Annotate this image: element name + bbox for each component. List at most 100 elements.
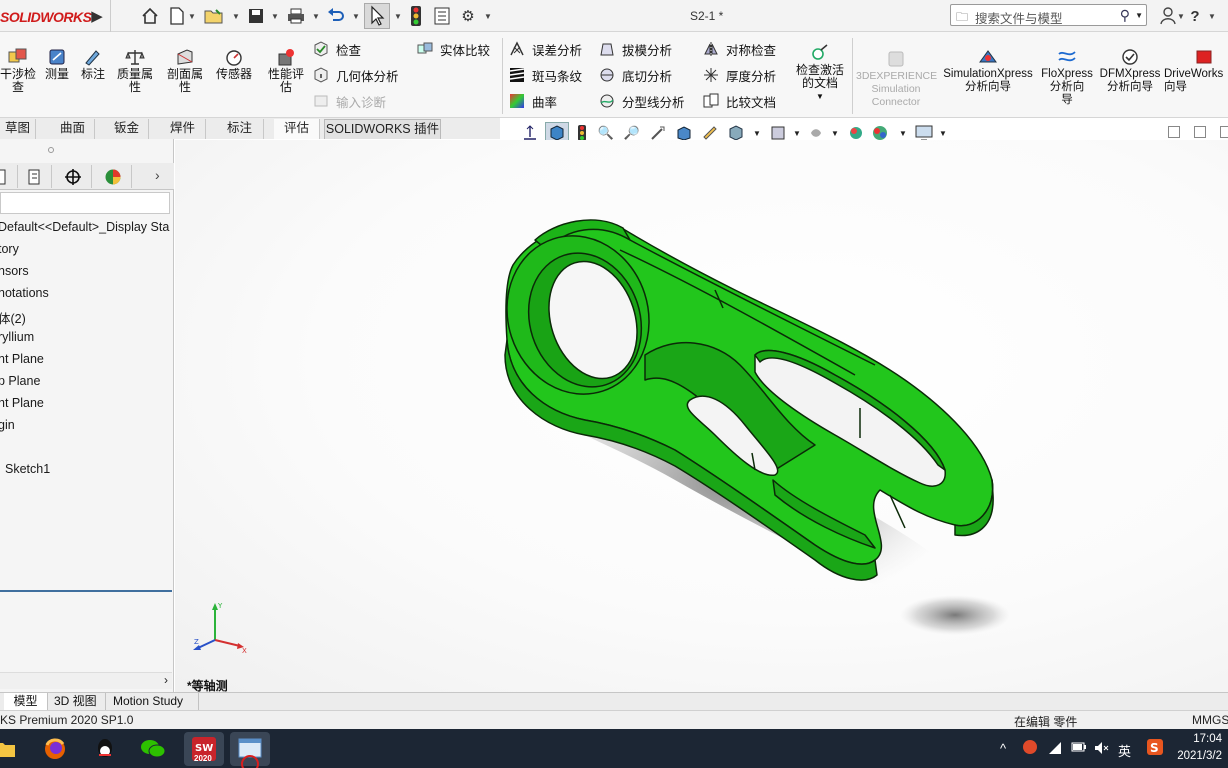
draft-analysis-button[interactable]: 拔模分析: [598, 39, 672, 59]
interference-check-button[interactable]: 干涉检 查: [0, 48, 38, 94]
tab-weldments[interactable]: 焊件: [160, 119, 206, 139]
undo-icon[interactable]: [326, 6, 346, 26]
chevron-down-icon[interactable]: ▼: [484, 12, 492, 21]
sogou-tray-icon[interactable]: [1022, 739, 1038, 758]
active-window-icon[interactable]: [230, 732, 270, 768]
displaymanager-tab-icon[interactable]: [94, 165, 132, 188]
graphics-area[interactable]: [175, 140, 1228, 693]
check-button[interactable]: 检查: [312, 39, 361, 59]
chevron-down-icon[interactable]: ▼: [939, 129, 947, 138]
markup-button[interactable]: 标注: [78, 48, 108, 81]
select-button[interactable]: [364, 3, 390, 29]
chevron-down-icon[interactable]: ▼: [753, 129, 761, 138]
tab-solidworks-addins[interactable]: SOLIDWORKS 插件: [324, 119, 441, 139]
chevron-down-icon[interactable]: ▼: [312, 12, 320, 21]
reference-triad[interactable]: Y X Z: [190, 600, 250, 655]
tab-model[interactable]: 模型: [4, 693, 48, 710]
status-units[interactable]: MMGS: [1192, 713, 1228, 727]
featuremanager-tab-icon[interactable]: [0, 165, 18, 188]
chevron-down-icon[interactable]: ▼: [1208, 12, 1216, 21]
sensor-button[interactable]: 传感器: [212, 48, 256, 81]
restore-viewport-icon[interactable]: [1168, 126, 1180, 138]
system-clock[interactable]: 17:04 2021/3/2: [1177, 731, 1222, 765]
curvature-button[interactable]: 曲率: [508, 91, 557, 111]
tab-3d-view[interactable]: 3D 视图: [48, 693, 106, 710]
tree-item-sensors[interactable]: nsors: [0, 264, 29, 278]
chevron-down-icon[interactable]: ▼: [188, 12, 196, 21]
input-language[interactable]: 英: [1118, 741, 1131, 760]
tab-markup[interactable]: 标注: [216, 119, 264, 139]
tree-item-history[interactable]: tory: [0, 242, 19, 256]
compare-bodies-button[interactable]: 实体比较: [416, 39, 490, 59]
tree-item-solid-bodies[interactable]: 体(2): [0, 308, 26, 327]
tab-motion-study[interactable]: Motion Study 1: [107, 693, 199, 724]
search-input[interactable]: 搜索文件与模型: [975, 8, 1063, 27]
tab-surface[interactable]: 曲面: [51, 119, 95, 139]
file-properties-icon[interactable]: [432, 6, 452, 26]
new-document-icon[interactable]: [167, 6, 187, 26]
chevron-down-icon[interactable]: ▼: [232, 12, 240, 21]
tree-item-top-plane[interactable]: p Plane: [0, 374, 40, 388]
search-box[interactable]: 🗀 搜索文件与模型 ⚲ ▼: [950, 4, 1147, 26]
tree-filter-input[interactable]: [0, 192, 170, 214]
gear-icon[interactable]: ⚙: [458, 6, 478, 26]
search-icon[interactable]: ⚲: [1120, 7, 1130, 24]
tree-root[interactable]: Default<<Default>_Display Sta: [0, 220, 169, 234]
thickness-analysis-button[interactable]: 厚度分析: [702, 65, 776, 85]
tree-item-annotations[interactable]: notations: [0, 286, 49, 300]
part-model[interactable]: [175, 140, 1228, 693]
qq-icon[interactable]: [90, 734, 120, 764]
chevron-down-icon[interactable]: ▼: [1135, 11, 1143, 20]
expand-menu-icon[interactable]: ▶: [90, 6, 104, 26]
measure-button[interactable]: 测量: [42, 48, 72, 81]
import-diagnostics-button[interactable]: 输入诊断: [312, 91, 386, 111]
geometry-analysis-button[interactable]: 几何体分析: [312, 65, 399, 85]
close-viewport-icon[interactable]: [1220, 126, 1228, 138]
tree-item-origin[interactable]: gin: [0, 418, 15, 432]
chevron-down-icon[interactable]: ▼: [790, 90, 850, 103]
configurationmanager-tab-icon[interactable]: [54, 165, 92, 188]
undercut-analysis-button[interactable]: 底切分析: [598, 65, 672, 85]
parting-line-analysis-button[interactable]: 分型线分析: [598, 91, 685, 111]
chevron-down-icon[interactable]: ▼: [831, 129, 839, 138]
tree-item-sketch1[interactable]: Sketch1: [5, 462, 50, 476]
wechat-icon[interactable]: [138, 734, 168, 764]
mass-properties-button[interactable]: 质量属 性: [113, 48, 157, 94]
home-icon[interactable]: [140, 6, 160, 26]
dfmxpress-button[interactable]: DFMXpress 分析向导: [1098, 48, 1162, 94]
compare-documents-button[interactable]: 比较文档: [702, 91, 776, 111]
3dexperience-connector-button[interactable]: 3DEXPERIENCE Simulation Connector: [856, 50, 937, 109]
section-properties-button[interactable]: 剖面属 性: [163, 48, 207, 94]
open-folder-icon[interactable]: [204, 6, 224, 26]
tab-sheet-metal[interactable]: 钣金: [105, 119, 149, 139]
save-icon[interactable]: [246, 6, 266, 26]
file-explorer-icon[interactable]: [0, 734, 20, 764]
chevron-up-icon[interactable]: ^: [1000, 741, 1006, 756]
battery-icon[interactable]: [1071, 741, 1087, 756]
maximize-viewport-icon[interactable]: [1194, 126, 1206, 138]
tree-item-right-plane[interactable]: ht Plane: [0, 396, 44, 410]
floxpress-button[interactable]: FloXpress 分析向 导: [1038, 48, 1096, 107]
check-active-doc-button[interactable]: 检查激活 的文档 ▼: [790, 44, 850, 103]
sogou-input-icon[interactable]: S: [1146, 738, 1164, 759]
driveworks-button[interactable]: DriveWorks 向导: [1164, 48, 1228, 94]
chevron-down-icon[interactable]: ▼: [394, 12, 402, 21]
performance-eval-button[interactable]: 性能评 估: [264, 48, 308, 94]
rollback-bar[interactable]: [0, 590, 172, 592]
help-icon[interactable]: ?: [1185, 6, 1205, 26]
chevron-right-icon[interactable]: ›: [164, 673, 168, 687]
traffic-light-icon[interactable]: [406, 6, 426, 26]
symmetry-check-button[interactable]: 对称检查: [702, 39, 776, 59]
propertymanager-tab-icon[interactable]: [18, 165, 52, 188]
chevron-right-icon[interactable]: ›: [155, 167, 160, 183]
zebra-stripes-button[interactable]: 斑马条纹: [508, 65, 582, 85]
tab-sketch[interactable]: 草图: [0, 119, 36, 139]
chevron-down-icon[interactable]: ▼: [1177, 12, 1185, 21]
user-icon[interactable]: [1158, 6, 1178, 26]
chevron-down-icon[interactable]: ▼: [899, 129, 907, 138]
chevron-down-icon[interactable]: ▼: [793, 129, 801, 138]
simulationxpress-button[interactable]: SimulationXpress 分析向导: [940, 48, 1036, 94]
tab-evaluate[interactable]: 评估: [274, 119, 320, 139]
chevron-down-icon[interactable]: ▼: [271, 12, 279, 21]
panel-pin-icon[interactable]: [48, 147, 54, 153]
